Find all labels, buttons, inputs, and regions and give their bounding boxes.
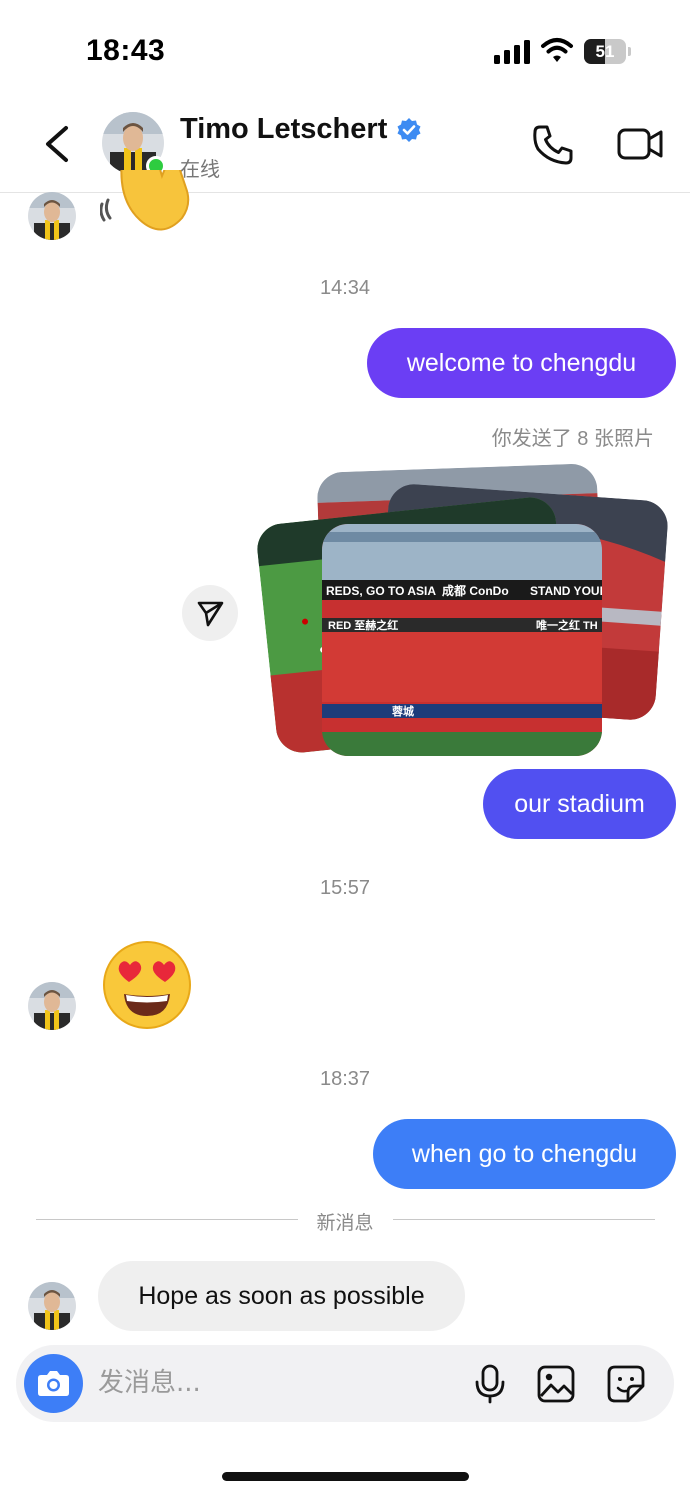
- message-composer: [16, 1345, 674, 1422]
- battery-tip: [628, 47, 631, 56]
- battery-icon: 51: [584, 39, 626, 64]
- share-button[interactable]: [182, 585, 238, 641]
- heart-eyes-emoji: [103, 941, 191, 1029]
- gallery-button[interactable]: [536, 1364, 576, 1404]
- photos-sent-note: 你发送了 8 张照片: [491, 428, 654, 450]
- banner-text: REDS, GO TO ASIA: [326, 584, 436, 598]
- banner-text: STAND YOUR: [530, 584, 602, 598]
- banner-text: 成都 ConDo: [442, 583, 509, 598]
- home-indicator[interactable]: [222, 1472, 469, 1481]
- sent-message[interactable]: when go to chengdu: [373, 1119, 676, 1189]
- sent-message[interactable]: welcome to chengdu: [367, 328, 676, 398]
- wifi-icon: [541, 38, 573, 62]
- phone-call-button[interactable]: [530, 122, 576, 168]
- video-call-button[interactable]: [616, 124, 664, 164]
- contact-avatar-small[interactable]: [28, 1282, 76, 1330]
- timestamp: 18:37: [319, 1068, 371, 1090]
- banner-text: RED 至赫之红: [328, 618, 398, 632]
- cellular-signal-icon: [494, 40, 530, 64]
- microphone-button[interactable]: [472, 1364, 508, 1404]
- status-time: 18:43: [86, 34, 166, 67]
- banner-text: 蓉城: [392, 704, 414, 718]
- sent-message[interactable]: our stadium: [483, 769, 676, 839]
- timestamp: 15:57: [319, 877, 371, 899]
- battery-percent: 51: [595, 42, 615, 61]
- verified-badge-icon: [397, 118, 421, 142]
- contact-name[interactable]: Timo Letschert: [180, 113, 387, 146]
- waving-hand-emoji: [100, 170, 190, 231]
- camera-button[interactable]: [24, 1354, 83, 1413]
- photo-album-stack[interactable]: REDS, GO TO ASIA 成都 ConDo STAND YOUR RED…: [254, 462, 672, 762]
- timestamp: 14:34: [319, 277, 371, 299]
- send-arrow-icon: [197, 601, 224, 627]
- camera-icon: [38, 1371, 69, 1396]
- status-bar: 18:43 51: [0, 0, 690, 100]
- contact-avatar-small[interactable]: [28, 192, 76, 240]
- photo-front-stadium[interactable]: REDS, GO TO ASIA 成都 ConDo STAND YOUR RED…: [322, 524, 602, 756]
- received-message[interactable]: Hope as soon as possible: [98, 1261, 465, 1331]
- contact-avatar-small[interactable]: [28, 982, 76, 1030]
- message-input[interactable]: [98, 1363, 428, 1403]
- sticker-button[interactable]: [606, 1364, 646, 1404]
- back-button[interactable]: [36, 120, 80, 168]
- banner-text: 唯一之红 TH: [536, 618, 598, 632]
- new-messages-divider: 新消息: [316, 1213, 374, 1234]
